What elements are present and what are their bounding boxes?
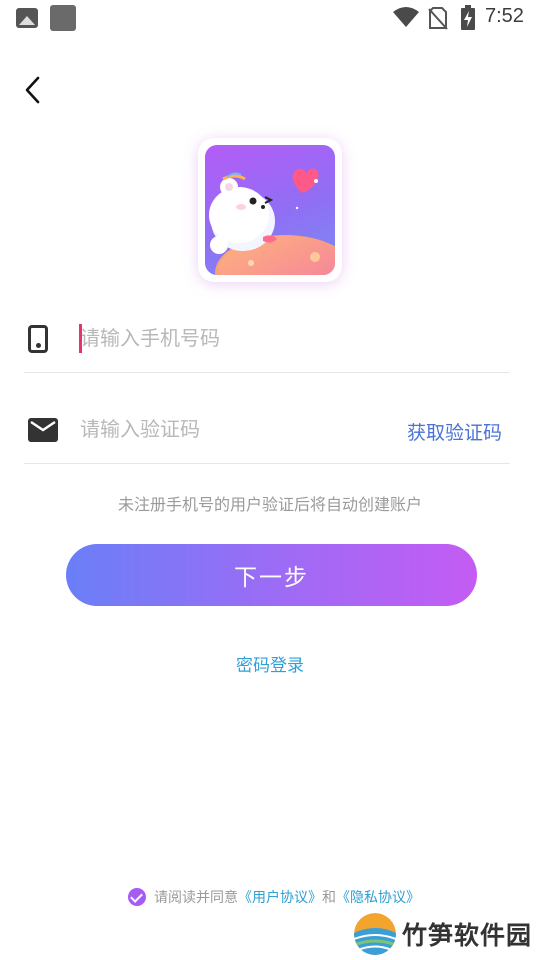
no-sim-icon — [428, 7, 448, 30]
app-logo-bear-icon — [205, 145, 335, 275]
user-agreement-link[interactable]: 《用户协议》 — [238, 887, 322, 907]
code-row: 获取验证码 — [24, 371, 510, 464]
get-code-button[interactable]: 获取验证码 — [407, 418, 502, 445]
privacy-policy-link[interactable]: 《隐私协议》 — [336, 887, 420, 907]
status-time: 7:52 — [485, 5, 524, 27]
watermark: 竹笋软件园 — [354, 912, 532, 956]
agreement-row: 请阅读并同意 《用户协议》 和 《隐私协议》 — [128, 886, 420, 908]
watermark-logo-icon — [354, 913, 396, 955]
watermark-text: 竹笋软件园 — [402, 921, 533, 950]
back-button[interactable] — [18, 72, 52, 108]
mail-icon — [28, 418, 58, 442]
phone-input[interactable] — [80, 320, 460, 356]
wifi-icon — [393, 7, 419, 27]
register-hint: 未注册手机号的用户验证后将自动创建账户 — [117, 495, 422, 514]
chevron-left-icon — [25, 76, 40, 104]
battery-charging-icon — [461, 5, 475, 30]
phone-row — [24, 280, 510, 373]
image-icon — [16, 8, 38, 28]
text-caret — [79, 324, 82, 353]
next-button[interactable]: 下一步 — [66, 544, 477, 606]
status-bar: 7:52 — [0, 0, 540, 36]
agreement-and: 和 — [322, 890, 336, 906]
phone-icon — [28, 325, 48, 353]
verification-code-input[interactable] — [80, 411, 330, 447]
app-logo — [198, 138, 342, 282]
agreement-checkbox[interactable] — [128, 888, 146, 906]
password-login-link[interactable]: 密码登录 — [0, 651, 540, 676]
agreement-prefix: 请阅读并同意 — [154, 890, 238, 906]
square-notification-icon — [50, 5, 76, 31]
